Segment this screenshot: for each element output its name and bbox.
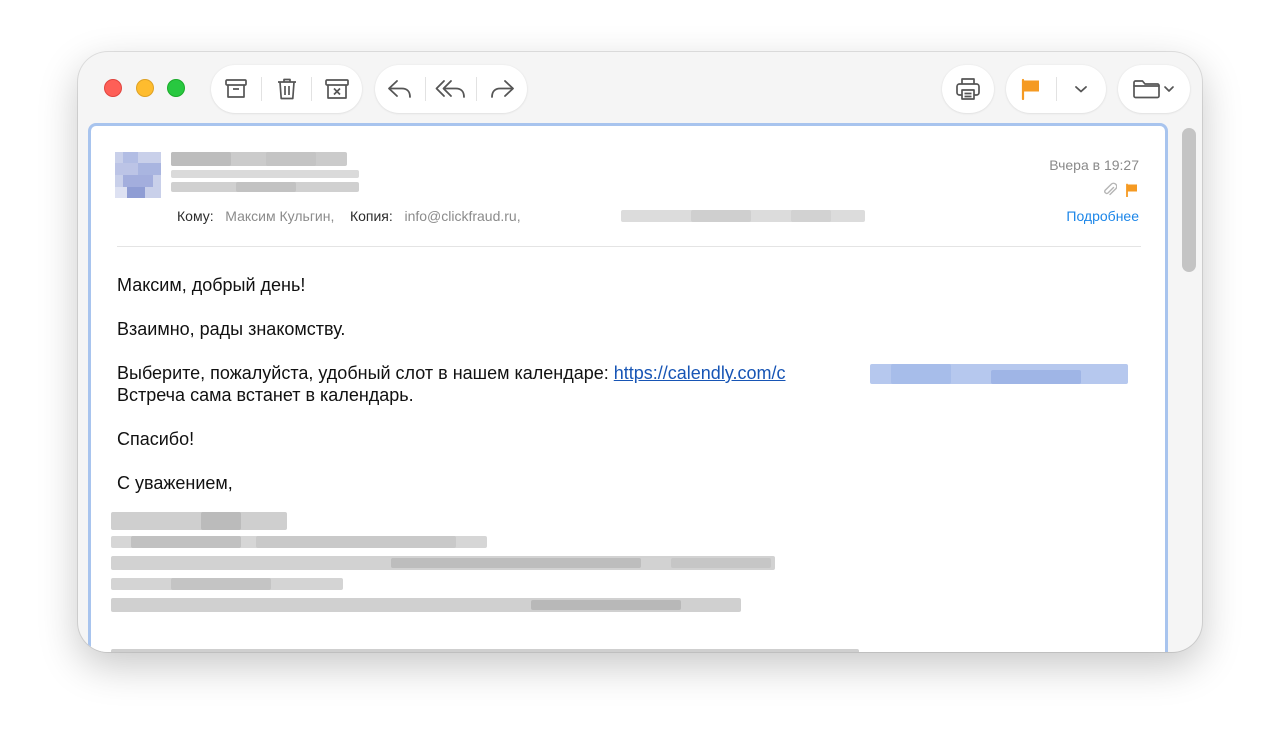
reply-icon xyxy=(387,78,413,100)
to-label: Кому: xyxy=(177,208,214,224)
archive-button[interactable] xyxy=(211,65,261,113)
toolbar-move-group xyxy=(1118,65,1190,113)
junk-icon xyxy=(324,78,350,100)
details-link[interactable]: Подробнее xyxy=(1066,208,1139,224)
flag-icon xyxy=(1125,183,1139,202)
close-window-button[interactable] xyxy=(104,79,122,97)
message-date: Вчера в 19:27 xyxy=(1049,157,1139,173)
cc-recipient[interactable]: info@clickfraud.ru, xyxy=(404,208,520,224)
flag-button[interactable] xyxy=(1006,65,1056,113)
to-recipient[interactable]: Максим Кульгин, xyxy=(225,208,334,224)
trash-icon xyxy=(276,77,298,101)
signature-redacted xyxy=(111,512,781,632)
cc-label: Копия: xyxy=(349,208,393,224)
body-line: Встреча сама встанет в календарь. xyxy=(117,385,414,405)
junk-button[interactable] xyxy=(312,65,362,113)
message-view: Вчера в 19:27 Кому: Максим Кульгин, Копи… xyxy=(88,123,1168,652)
thanks-line: Спасибо! xyxy=(117,429,195,449)
zoom-window-button[interactable] xyxy=(167,79,185,97)
move-to-folder-button[interactable] xyxy=(1118,65,1190,113)
print-icon xyxy=(955,77,981,101)
reply-button[interactable] xyxy=(375,65,425,113)
body-line: Взаимно, рады знакомству. xyxy=(117,319,346,339)
toolbar-mailbox-group xyxy=(211,65,362,113)
message-status-icons xyxy=(1103,182,1139,203)
toolbar-flag-group xyxy=(1006,65,1106,113)
body-line-text: Выберите, пожалуйста, удобный слот в наш… xyxy=(117,363,614,383)
folder-icon xyxy=(1132,78,1176,100)
greeting-line: Максим, добрый день! xyxy=(117,275,306,295)
calendly-link[interactable]: https://calendly.com/c xyxy=(614,363,786,383)
recipients-row: Кому: Максим Кульгин, Копия: info@clickf… xyxy=(177,208,521,224)
header-divider xyxy=(117,246,1141,247)
delete-button[interactable] xyxy=(262,65,312,113)
forward-icon xyxy=(489,78,515,100)
print-button[interactable] xyxy=(942,65,994,113)
closing-line: С уважением, xyxy=(117,473,233,493)
flag-menu-button[interactable] xyxy=(1057,65,1105,113)
mail-window: Вчера в 19:27 Кому: Максим Кульгин, Копи… xyxy=(78,52,1202,652)
flag-icon xyxy=(1020,78,1042,100)
toolbar-print-group xyxy=(942,65,994,113)
horizontal-scrollbar[interactable] xyxy=(111,649,859,652)
vertical-scrollbar[interactable] xyxy=(1182,128,1196,272)
toolbar-reply-group xyxy=(375,65,527,113)
paperclip-icon xyxy=(1103,182,1118,203)
archive-icon xyxy=(224,78,248,100)
reply-all-button[interactable] xyxy=(426,65,476,113)
chevron-down-icon xyxy=(1074,84,1088,94)
forward-button[interactable] xyxy=(477,65,527,113)
avatar xyxy=(115,152,161,198)
reply-all-icon xyxy=(435,78,467,100)
message-body: Максим, добрый день! Взаимно, рады знако… xyxy=(117,274,1137,494)
minimize-window-button[interactable] xyxy=(136,79,154,97)
